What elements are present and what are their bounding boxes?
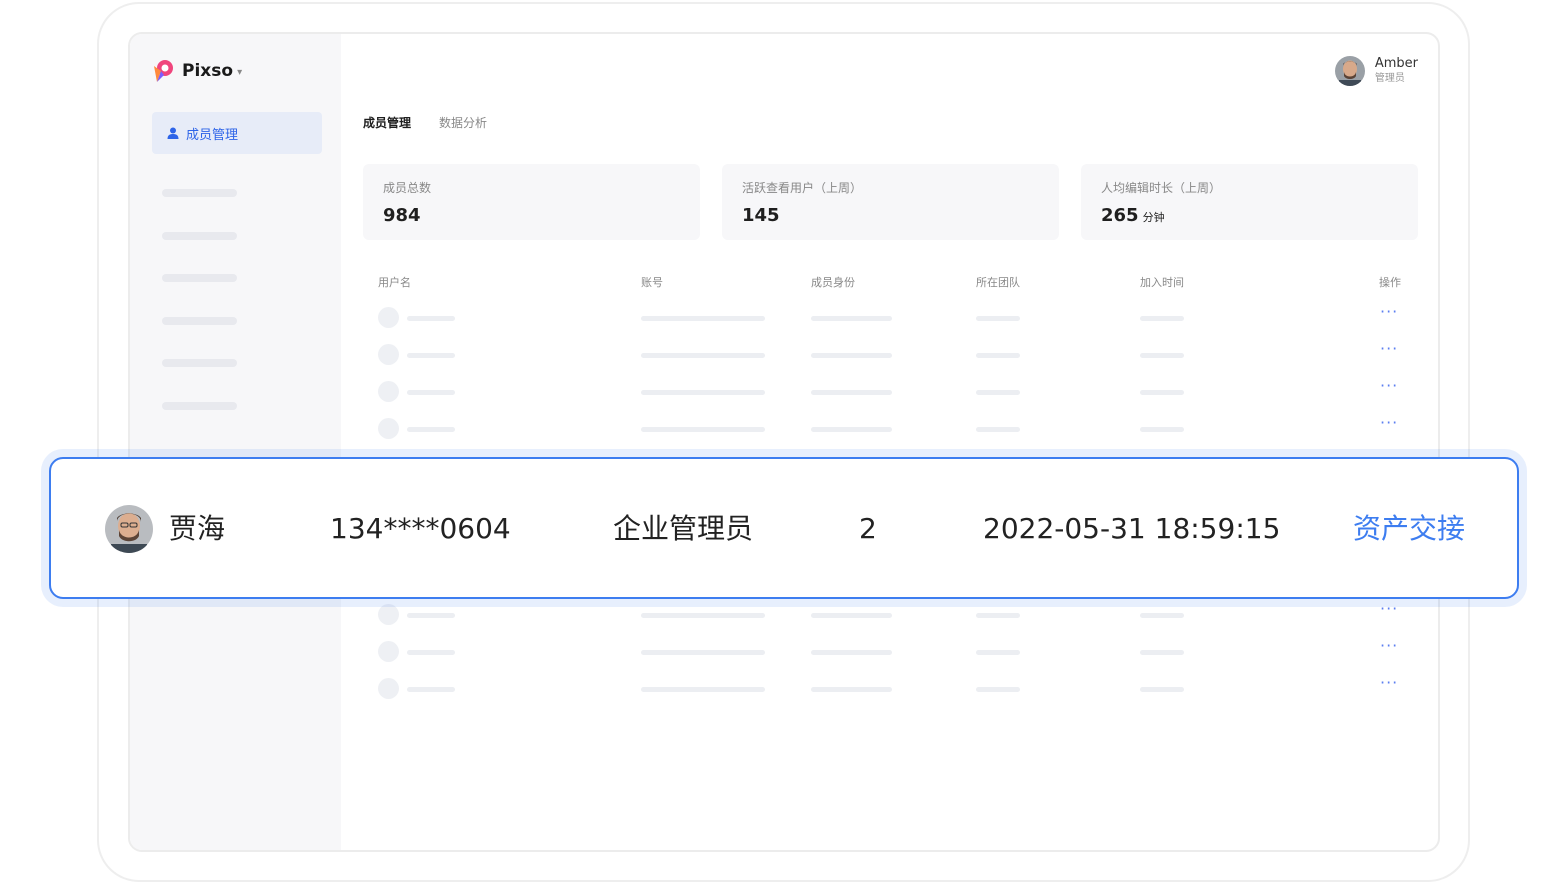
table-row: ···	[130, 599, 1438, 625]
avatar	[105, 505, 153, 553]
stat-unit: 分钟	[1142, 211, 1165, 224]
pixso-logo-icon	[154, 60, 173, 82]
stat-card-total-members: 成员总数 984	[363, 164, 700, 240]
more-dots-icon[interactable]: ···	[1380, 599, 1398, 618]
avatar	[1334, 56, 1365, 86]
column-header-team[interactable]: 所在团队	[976, 274, 1020, 290]
table-row: ···	[130, 413, 1438, 439]
more-dots-icon[interactable]: ···	[1380, 636, 1398, 655]
sidebar-item-label: 成员管理	[186, 127, 239, 143]
user-role: 管理员	[1374, 73, 1405, 84]
member-team-count: 2	[859, 512, 877, 545]
avatar-placeholder	[378, 381, 399, 402]
stat-card-active-viewers: 活跃查看用户（上周） 145	[722, 164, 1059, 240]
user-name: Amber	[1374, 56, 1418, 71]
member-role: 企业管理员	[613, 512, 754, 545]
table-row: ···	[130, 339, 1438, 365]
member-account: 134****0604	[330, 512, 511, 545]
app-window: Pixso ▾ 成员管理 Amber 管理员 成员管理 数据分析 成员总数 98…	[128, 32, 1440, 852]
column-header-role[interactable]: 成员身份	[811, 274, 855, 290]
tab-analytics[interactable]: 数据分析	[439, 114, 487, 131]
user-menu[interactable]: Amber 管理员	[1334, 56, 1418, 86]
chevron-down-icon[interactable]: ▾	[237, 67, 242, 78]
tab-bar: 成员管理 数据分析	[363, 114, 515, 131]
more-dots-icon[interactable]: ···	[1380, 302, 1398, 321]
table-row: ···	[130, 673, 1438, 699]
more-dots-icon[interactable]: ···	[1380, 673, 1398, 692]
avatar-placeholder	[378, 678, 399, 699]
nav-placeholder	[162, 402, 237, 410]
asset-transfer-link[interactable]: 资产交接	[1353, 511, 1465, 547]
avatar-placeholder	[378, 344, 399, 365]
avatar-placeholder	[378, 307, 399, 328]
avatar-placeholder	[378, 641, 399, 662]
avatar-placeholder	[378, 418, 399, 439]
column-header-account[interactable]: 账号	[641, 274, 663, 290]
table-row: ···	[130, 376, 1438, 402]
app-name: Pixso	[182, 61, 234, 81]
nav-placeholder	[162, 232, 237, 240]
more-dots-icon[interactable]: ···	[1380, 339, 1398, 358]
column-header-joined[interactable]: 加入时间	[1140, 274, 1184, 290]
column-header-username[interactable]: 用户名	[378, 274, 411, 290]
stat-value: 265 分钟	[1101, 205, 1165, 226]
sidebar-item-members[interactable]: 成员管理	[152, 112, 322, 154]
more-dots-icon[interactable]: ···	[1380, 376, 1398, 395]
highlighted-table-row[interactable]: 贾海 134****0604 企业管理员 2 2022-05-31 18:59:…	[49, 457, 1519, 599]
more-dots-icon[interactable]: ···	[1380, 413, 1398, 432]
stat-value: 145	[742, 205, 780, 226]
stat-label: 活跃查看用户（上周）	[742, 181, 863, 195]
nav-placeholder	[162, 189, 237, 197]
stat-label: 人均编辑时长（上周）	[1101, 181, 1222, 195]
stat-value: 984	[383, 205, 421, 226]
table-row: ···	[130, 636, 1438, 662]
stat-label: 成员总数	[383, 181, 432, 195]
sidebar: Pixso ▾ 成员管理	[130, 34, 341, 850]
tab-members[interactable]: 成员管理	[363, 114, 411, 131]
nav-placeholder	[162, 274, 237, 282]
stat-card-avg-edit-time: 人均编辑时长（上周） 265 分钟	[1081, 164, 1418, 240]
avatar-placeholder	[378, 604, 399, 625]
app-logo[interactable]: Pixso ▾	[150, 58, 242, 84]
member-name: 贾海	[169, 512, 226, 545]
column-header-actions: 操作	[1379, 276, 1401, 289]
table-row: ···	[130, 302, 1438, 328]
member-joined-time: 2022-05-31 18:59:15	[983, 512, 1281, 545]
user-icon	[167, 127, 179, 139]
